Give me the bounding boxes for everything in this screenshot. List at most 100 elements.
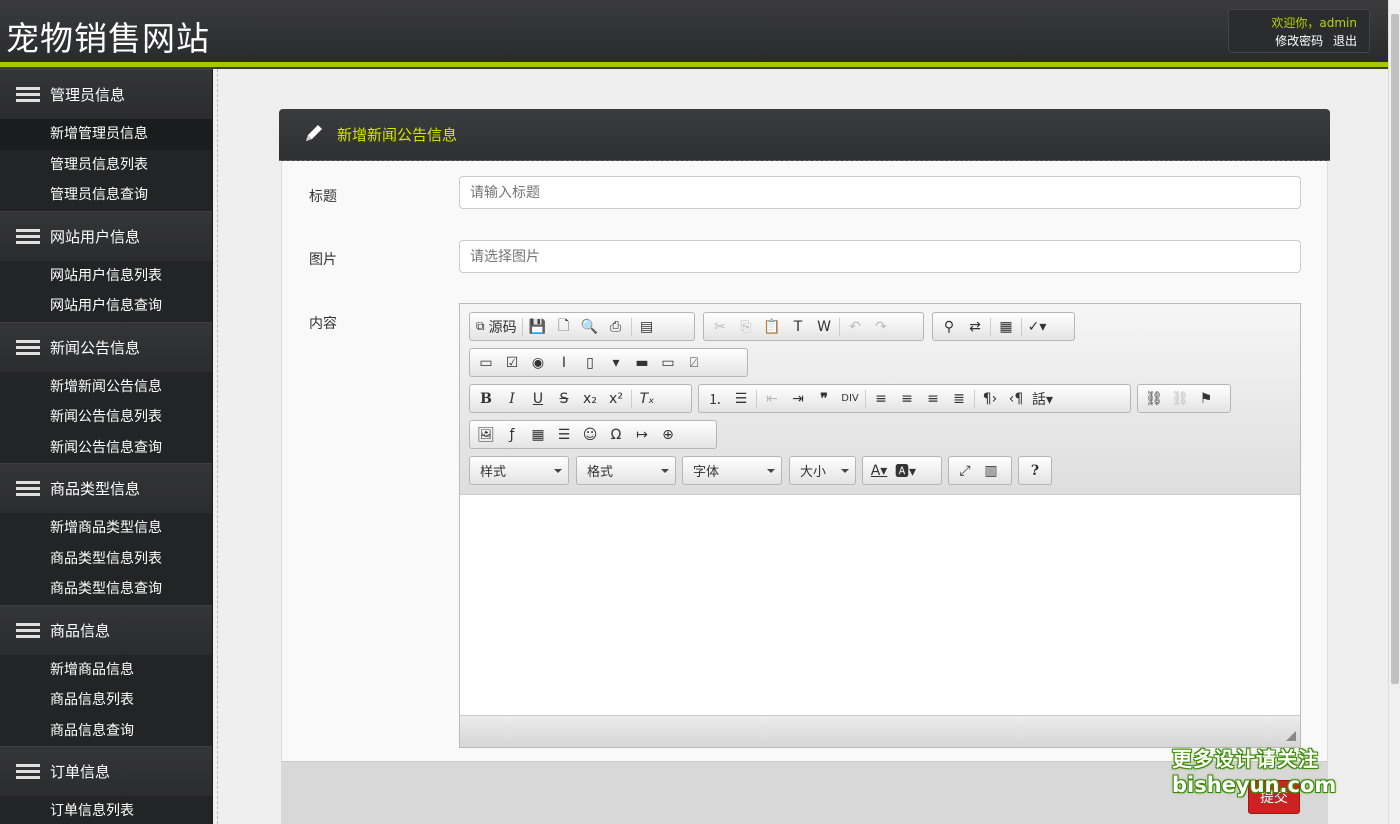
size-combo[interactable]: 大小 bbox=[789, 456, 856, 485]
new-page-icon[interactable]: 🗋 bbox=[551, 315, 577, 339]
sidebar-group-header[interactable]: 管理员信息 bbox=[0, 69, 212, 119]
save-icon[interactable]: 💾 bbox=[525, 315, 551, 339]
language-icon[interactable]: 話▾ bbox=[1029, 387, 1056, 411]
image-button-icon[interactable]: ▭ bbox=[655, 351, 681, 375]
iframe-icon[interactable]: ⊕ bbox=[655, 423, 681, 447]
replace-icon[interactable]: ⇄ bbox=[962, 315, 988, 339]
align-right-icon[interactable]: ≡ bbox=[920, 387, 946, 411]
sidebar-item[interactable]: 新增管理员信息 bbox=[0, 119, 212, 150]
copy-icon[interactable]: ⎘ bbox=[733, 315, 759, 339]
image-icon[interactable]: 🖼 bbox=[473, 423, 499, 447]
help-icon[interactable]: ? bbox=[1022, 459, 1048, 483]
subscript-icon[interactable]: x₂ bbox=[577, 387, 603, 411]
bold-icon[interactable]: B bbox=[473, 387, 499, 411]
resize-grip-icon[interactable] bbox=[1286, 731, 1296, 741]
change-password-link[interactable]: 修改密码 bbox=[1275, 34, 1323, 48]
paste-icon[interactable]: 📋 bbox=[759, 315, 785, 339]
sidebar-group-header[interactable]: 新闻公告信息 bbox=[0, 321, 212, 372]
remove-format-icon[interactable]: Tₓ bbox=[634, 387, 660, 411]
create-div-icon[interactable]: DIV bbox=[837, 387, 863, 411]
form-icon[interactable]: ▭ bbox=[473, 351, 499, 375]
maximize-icon[interactable]: ⤢ bbox=[952, 459, 978, 483]
preview-icon[interactable]: 🔍 bbox=[577, 315, 603, 339]
sidebar-item[interactable]: 新增新闻公告信息 bbox=[0, 371, 212, 402]
pencil-icon bbox=[303, 122, 325, 148]
source-icon: ⧉ bbox=[476, 319, 485, 333]
superscript-icon[interactable]: x² bbox=[603, 387, 629, 411]
sidebar-group-header[interactable]: 订单信息 bbox=[0, 746, 212, 796]
logout-link[interactable]: 退出 bbox=[1333, 34, 1357, 48]
image-label: 图片 bbox=[309, 252, 337, 268]
table-icon[interactable]: ▦ bbox=[525, 423, 551, 447]
align-left-icon[interactable]: ≡ bbox=[868, 387, 894, 411]
align-center-icon[interactable]: ≡ bbox=[894, 387, 920, 411]
outdent-icon[interactable]: ⇤ bbox=[759, 387, 785, 411]
sidebar-item[interactable]: 商品类型信息查询 bbox=[0, 574, 212, 605]
select-all-icon[interactable]: ▦ bbox=[993, 315, 1019, 339]
unlink-icon[interactable]: ⛓ bbox=[1167, 387, 1193, 411]
sidebar-item[interactable]: 新闻公告信息列表 bbox=[0, 402, 212, 433]
bg-color-icon[interactable]: 🅰▾ bbox=[892, 459, 919, 483]
bulleted-list-icon[interactable]: ☰ bbox=[728, 387, 754, 411]
spellcheck-icon[interactable]: ✓▾ bbox=[1024, 315, 1050, 339]
news-form-panel: 新增新闻公告信息 标题 图片 内容 ⧉源码 💾 🗋 🔍 ⎙ bbox=[279, 109, 1330, 824]
text-color-icon[interactable]: A▾ bbox=[866, 459, 892, 483]
sidebar-item[interactable]: 新增商品类型信息 bbox=[0, 513, 212, 544]
blockquote-icon[interactable]: ❞ bbox=[811, 387, 837, 411]
anchor-icon[interactable]: ⚑ bbox=[1193, 387, 1219, 411]
sidebar-item[interactable]: 商品信息列表 bbox=[0, 685, 212, 716]
smiley-icon[interactable]: ☺ bbox=[577, 423, 603, 447]
find-icon[interactable]: ⚲ bbox=[936, 315, 962, 339]
numbered-list-icon[interactable]: ⒈ bbox=[702, 387, 728, 411]
cut-icon[interactable]: ✂ bbox=[707, 315, 733, 339]
sidebar-item[interactable]: 管理员信息列表 bbox=[0, 149, 212, 180]
text-field-icon[interactable]: Ⅰ bbox=[551, 351, 577, 375]
format-combo[interactable]: 格式 bbox=[576, 456, 676, 485]
checkbox-icon[interactable]: ☑ bbox=[499, 351, 525, 375]
sidebar-group-header[interactable]: 商品类型信息 bbox=[0, 463, 212, 513]
style-combo[interactable]: 样式 bbox=[469, 456, 569, 485]
page-scrollbar[interactable] bbox=[1388, 0, 1400, 824]
sidebar-group-header[interactable]: 商品信息 bbox=[0, 604, 212, 655]
radio-icon[interactable]: ◉ bbox=[525, 351, 551, 375]
hidden-field-icon[interactable]: ⍁ bbox=[681, 351, 707, 375]
scrollbar-thumb[interactable] bbox=[1391, 14, 1399, 684]
editor-content-area[interactable] bbox=[460, 495, 1300, 715]
textarea-icon[interactable]: ▯ bbox=[577, 351, 603, 375]
paste-word-icon[interactable]: W bbox=[811, 315, 837, 339]
flash-icon[interactable]: ƒ bbox=[499, 423, 525, 447]
rtl-icon[interactable]: ‹¶ bbox=[1003, 387, 1029, 411]
sidebar-item[interactable]: 商品信息查询 bbox=[0, 715, 212, 746]
source-button[interactable]: ⧉ 源码 bbox=[473, 315, 520, 339]
underline-icon[interactable]: U bbox=[525, 387, 551, 411]
link-icon[interactable]: ⛓ bbox=[1141, 387, 1167, 411]
sidebar-item[interactable]: 新闻公告信息查询 bbox=[0, 432, 212, 463]
sidebar-group-header[interactable]: 网站用户信息 bbox=[0, 210, 212, 261]
align-justify-icon[interactable]: ≣ bbox=[946, 387, 972, 411]
special-char-icon[interactable]: Ω bbox=[603, 423, 629, 447]
redo-icon[interactable]: ↷ bbox=[868, 315, 894, 339]
sidebar-item[interactable]: 网站用户信息查询 bbox=[0, 291, 212, 322]
strike-icon[interactable]: S bbox=[551, 387, 577, 411]
sidebar-item[interactable]: 管理员信息查询 bbox=[0, 180, 212, 211]
sidebar-item[interactable]: 订单信息列表 bbox=[0, 796, 212, 824]
show-blocks-icon[interactable]: ▥ bbox=[978, 459, 1004, 483]
print-icon[interactable]: ⎙ bbox=[603, 315, 629, 339]
button-icon[interactable]: ▬ bbox=[629, 351, 655, 375]
paste-text-icon[interactable]: T bbox=[785, 315, 811, 339]
undo-icon[interactable]: ↶ bbox=[842, 315, 868, 339]
select-field-icon[interactable]: ▾ bbox=[603, 351, 629, 375]
font-combo[interactable]: 字体 bbox=[682, 456, 782, 485]
templates-icon[interactable]: ▤ bbox=[634, 315, 660, 339]
sidebar-item[interactable]: 网站用户信息列表 bbox=[0, 260, 212, 291]
user-info-box: 欢迎你，admin 修改密码 退出 bbox=[1228, 9, 1370, 53]
indent-icon[interactable]: ⇥ bbox=[785, 387, 811, 411]
page-break-icon[interactable]: ↦ bbox=[629, 423, 655, 447]
horizontal-rule-icon[interactable]: ☰ bbox=[551, 423, 577, 447]
ltr-icon[interactable]: ¶› bbox=[977, 387, 1003, 411]
sidebar-item[interactable]: 新增商品信息 bbox=[0, 654, 212, 685]
title-input[interactable] bbox=[459, 176, 1301, 209]
image-input[interactable] bbox=[459, 240, 1301, 273]
italic-icon[interactable]: I bbox=[499, 387, 525, 411]
sidebar-item[interactable]: 商品类型信息列表 bbox=[0, 543, 212, 574]
